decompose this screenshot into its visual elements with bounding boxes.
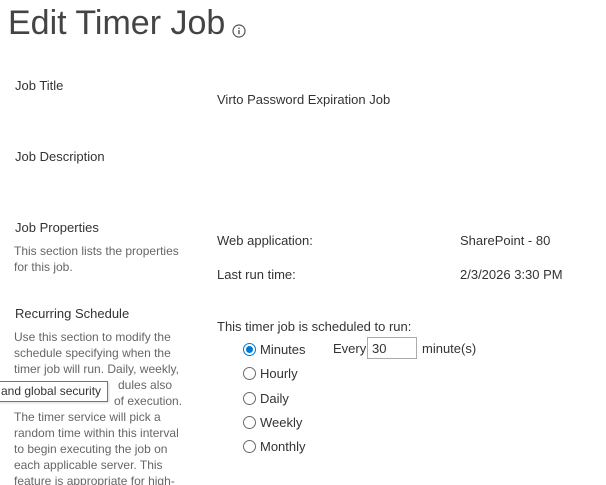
web-application-value: SharePoint - 80	[460, 233, 551, 248]
radio-button-icon[interactable]	[243, 415, 256, 429]
radio-button-icon[interactable]	[243, 439, 256, 453]
radio-weekly[interactable]: Weekly	[243, 413, 302, 431]
radio-button-icon[interactable]	[243, 342, 256, 356]
radio-monthly-label[interactable]: Monthly	[260, 439, 306, 454]
radio-daily[interactable]: Daily	[243, 389, 289, 407]
page-title: Edit Timer Job	[8, 4, 226, 42]
recurring-schedule-heading: Recurring Schedule	[15, 306, 130, 321]
description-line: The timer service will pick a	[14, 410, 161, 424]
radio-button-icon[interactable]	[243, 366, 256, 380]
description-line: schedule specifying when the	[14, 346, 171, 360]
interval-unit-label: minute(s)	[422, 341, 477, 356]
radio-button-icon[interactable]	[243, 391, 256, 405]
job-properties-heading: Job Properties	[15, 220, 99, 235]
edit-timer-job-page: Edit Timer Job Job Title Virto Password …	[0, 0, 606, 485]
tooltip: and global security	[0, 381, 109, 402]
radio-hourly[interactable]: Hourly	[243, 364, 298, 382]
last-run-time-value: 2/3/2026 3:30 PM	[460, 267, 563, 282]
radio-weekly-label[interactable]: Weekly	[260, 415, 302, 430]
description-line: feature is appropriate for high-	[14, 474, 175, 485]
description-line: Use this section to modify the	[14, 330, 171, 344]
radio-hourly-label[interactable]: Hourly	[260, 366, 298, 381]
description-line: to begin executing the job on	[14, 442, 168, 456]
radio-minutes[interactable]: Minutes	[243, 340, 306, 358]
interval-minutes-input[interactable]	[367, 337, 417, 359]
radio-monthly[interactable]: Monthly	[243, 437, 306, 455]
info-icon[interactable]	[232, 24, 246, 38]
schedule-prompt: This timer job is scheduled to run:	[217, 319, 412, 334]
job-title-heading: Job Title	[15, 78, 64, 93]
job-description-heading: Job Description	[15, 149, 105, 164]
description-line: timer job will run. Daily, weekly,	[14, 362, 179, 376]
web-application-label: Web application:	[217, 233, 313, 248]
radio-daily-label[interactable]: Daily	[260, 391, 289, 406]
description-line: random time within this interval	[14, 426, 179, 440]
job-properties-description: This section lists the properties for th…	[14, 244, 179, 274]
recurring-schedule-description: Use this section to modify the schedule …	[14, 329, 189, 485]
last-run-time-label: Last run time:	[217, 267, 296, 282]
every-label: Every	[333, 341, 367, 356]
job-title-value: Virto Password Expiration Job	[217, 92, 391, 107]
radio-minutes-label[interactable]: Minutes	[260, 342, 306, 357]
description-line: each applicable server. This	[14, 458, 163, 472]
